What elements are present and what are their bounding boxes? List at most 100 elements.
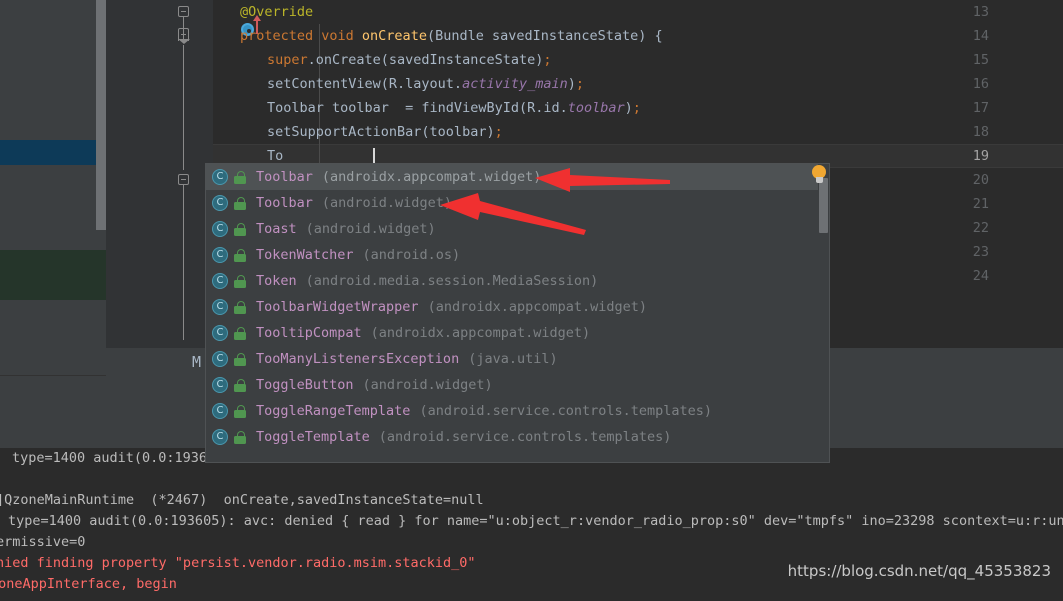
autocomplete-item-package: (android.widget)	[362, 377, 493, 393]
autocomplete-item[interactable]: C ToolbarWidgetWrapper (androidx.appcompat…	[206, 294, 829, 320]
public-lock-icon	[234, 248, 246, 262]
autocomplete-item[interactable]: C Token (android.media.session.MediaSessio…	[206, 268, 829, 294]
autocomplete-item-name: Toolbar	[256, 195, 313, 211]
autocomplete-item-name: ToggleTemplate	[256, 429, 370, 445]
public-lock-icon	[234, 378, 246, 392]
code-token: protected void	[240, 28, 362, 44]
code-line[interactable]: super.onCreate(savedInstanceState);	[213, 48, 551, 72]
code-token: super	[267, 52, 308, 68]
editor-bottom-label: M	[192, 353, 202, 371]
autocomplete-item-name: ToolbarWidgetWrapper	[256, 299, 419, 315]
autocomplete-item-name: Toast	[256, 221, 297, 237]
log-line: ]QzoneMainRuntime (*2467) onCreate,saved…	[0, 492, 484, 508]
public-lock-icon	[234, 352, 246, 366]
code-token: To	[267, 148, 284, 164]
autocomplete-item-package: (android.service.controls.templates)	[419, 403, 713, 419]
fold-marker-class[interactable]	[178, 6, 189, 17]
log-line: type=1400 audit(0.0:193605): avc: denied…	[8, 513, 1063, 529]
code-token: .onCreate(savedInstanceState)	[307, 52, 544, 68]
fold-marker-method[interactable]	[178, 28, 190, 44]
watermark-url: https://blog.csdn.net/qq_45353823	[787, 562, 1051, 580]
public-lock-icon	[234, 274, 246, 288]
logcat-console[interactable]: type=1400 audit(0.0:1936 ]QzoneMainRuntim…	[0, 448, 1063, 601]
code-line[interactable]: @Override	[213, 0, 313, 24]
autocomplete-item-package: (androidx.appcompat.widget)	[370, 325, 591, 341]
autocomplete-item[interactable]: C ToggleTemplate (android.service.controls…	[206, 424, 829, 450]
code-token: onCreate	[361, 28, 427, 44]
lightbulb-icon[interactable]	[812, 165, 826, 185]
class-icon: C	[212, 429, 228, 445]
line-number: 19	[972, 148, 989, 164]
public-lock-icon	[234, 404, 246, 418]
autocomplete-item-package: (androidx.appcompat.widget)	[321, 169, 542, 185]
autocomplete-item-package: (android.service.controls.templates)	[378, 429, 672, 445]
autocomplete-item-name: TokenWatcher	[256, 247, 354, 263]
autocomplete-item[interactable]: C ToggleRangeTemplate (android.service.con…	[206, 398, 829, 424]
autocomplete-item-package: (android.os)	[362, 247, 461, 263]
fold-tail-line	[183, 185, 184, 340]
fold-marker-end[interactable]	[178, 174, 189, 185]
line-number: 14	[972, 28, 989, 44]
line-number: 16	[972, 76, 989, 92]
code-token: )	[567, 76, 576, 92]
autocomplete-item[interactable]: C TokenWatcher (android.os)	[206, 242, 829, 268]
autocomplete-item-package: (java.util)	[468, 351, 558, 367]
line-number: 15	[972, 52, 989, 68]
class-icon: C	[212, 351, 228, 367]
class-icon: C	[212, 377, 228, 393]
code-line[interactable]: setContentView(R.layout.activity_main);	[213, 72, 584, 96]
code-token: @Override	[240, 4, 314, 20]
autocomplete-item-package: (androidx.appcompat.widget)	[427, 299, 648, 315]
public-lock-icon	[234, 430, 246, 444]
class-icon: C	[212, 169, 228, 185]
public-lock-icon	[234, 170, 246, 184]
autocomplete-item-package: (android.media.session.MediaSession)	[305, 273, 599, 289]
project-highlight-block	[0, 250, 106, 300]
code-line[interactable]: setSupportActionBar(toolbar);	[213, 120, 503, 144]
code-token: )	[624, 100, 633, 116]
fold-body-line	[183, 45, 184, 170]
code-token: toolbar	[567, 100, 625, 116]
code-line[interactable]: protected void onCreate(Bundle savedInst…	[213, 24, 663, 48]
public-lock-icon	[234, 222, 246, 236]
log-line: ermissive=0	[0, 534, 86, 550]
class-icon: C	[212, 403, 228, 419]
code-token: setContentView(R.layout.	[267, 76, 463, 92]
line-number: 13	[972, 4, 989, 20]
autocomplete-item-name: Token	[256, 273, 297, 289]
autocomplete-item[interactable]: C Toolbar (android.widget)	[206, 190, 829, 216]
autocomplete-item[interactable]: C ToggleButton (android.widget)	[206, 372, 829, 398]
log-line: type=1400 audit(0.0:1936	[12, 450, 208, 466]
code-line[interactable]: Toolbar toolbar = findViewById(R.id.tool…	[213, 96, 641, 120]
log-line: ZoneAppInterface, begin	[0, 576, 177, 592]
autocomplete-scroll-thumb[interactable]	[819, 178, 828, 233]
project-selected-row[interactable]	[0, 140, 106, 165]
autocomplete-item-name: Toolbar	[256, 169, 313, 185]
project-divider	[0, 375, 106, 376]
editor-gutter[interactable]	[106, 0, 213, 348]
code-token: Toolbar toolbar = findViewById(R.id.	[267, 100, 568, 116]
autocomplete-scrollbar[interactable]	[818, 164, 829, 462]
autocomplete-item[interactable]: C TooManyListenersException (java.util)	[206, 346, 829, 372]
line-number: 22	[972, 220, 989, 236]
line-number: 23	[972, 244, 989, 260]
log-line: nied finding property "persist.vendor.ra…	[0, 555, 476, 571]
autocomplete-popup[interactable]: C Toolbar (androidx.appcompat.widget) C Tool…	[205, 163, 830, 463]
public-lock-icon	[234, 196, 246, 210]
code-token: activity_main	[462, 76, 568, 92]
autocomplete-item[interactable]: C TooltipCompat (androidx.appcompat.widget…	[206, 320, 829, 346]
autocomplete-item[interactable]: C Toolbar (androidx.appcompat.widget)	[206, 164, 829, 190]
project-scrollbar[interactable]	[96, 0, 106, 230]
class-icon: C	[212, 325, 228, 341]
class-icon: C	[212, 195, 228, 211]
public-lock-icon	[234, 326, 246, 340]
autocomplete-item-name: ToggleButton	[256, 377, 354, 393]
line-number: 18	[972, 124, 989, 140]
project-tool-window[interactable]	[0, 0, 106, 376]
public-lock-icon	[234, 300, 246, 314]
class-icon: C	[212, 273, 228, 289]
line-number: 17	[972, 100, 989, 116]
line-number: 20	[972, 172, 989, 188]
autocomplete-item[interactable]: C Toast (android.widget)	[206, 216, 829, 242]
autocomplete-item-name: TooltipCompat	[256, 325, 362, 341]
